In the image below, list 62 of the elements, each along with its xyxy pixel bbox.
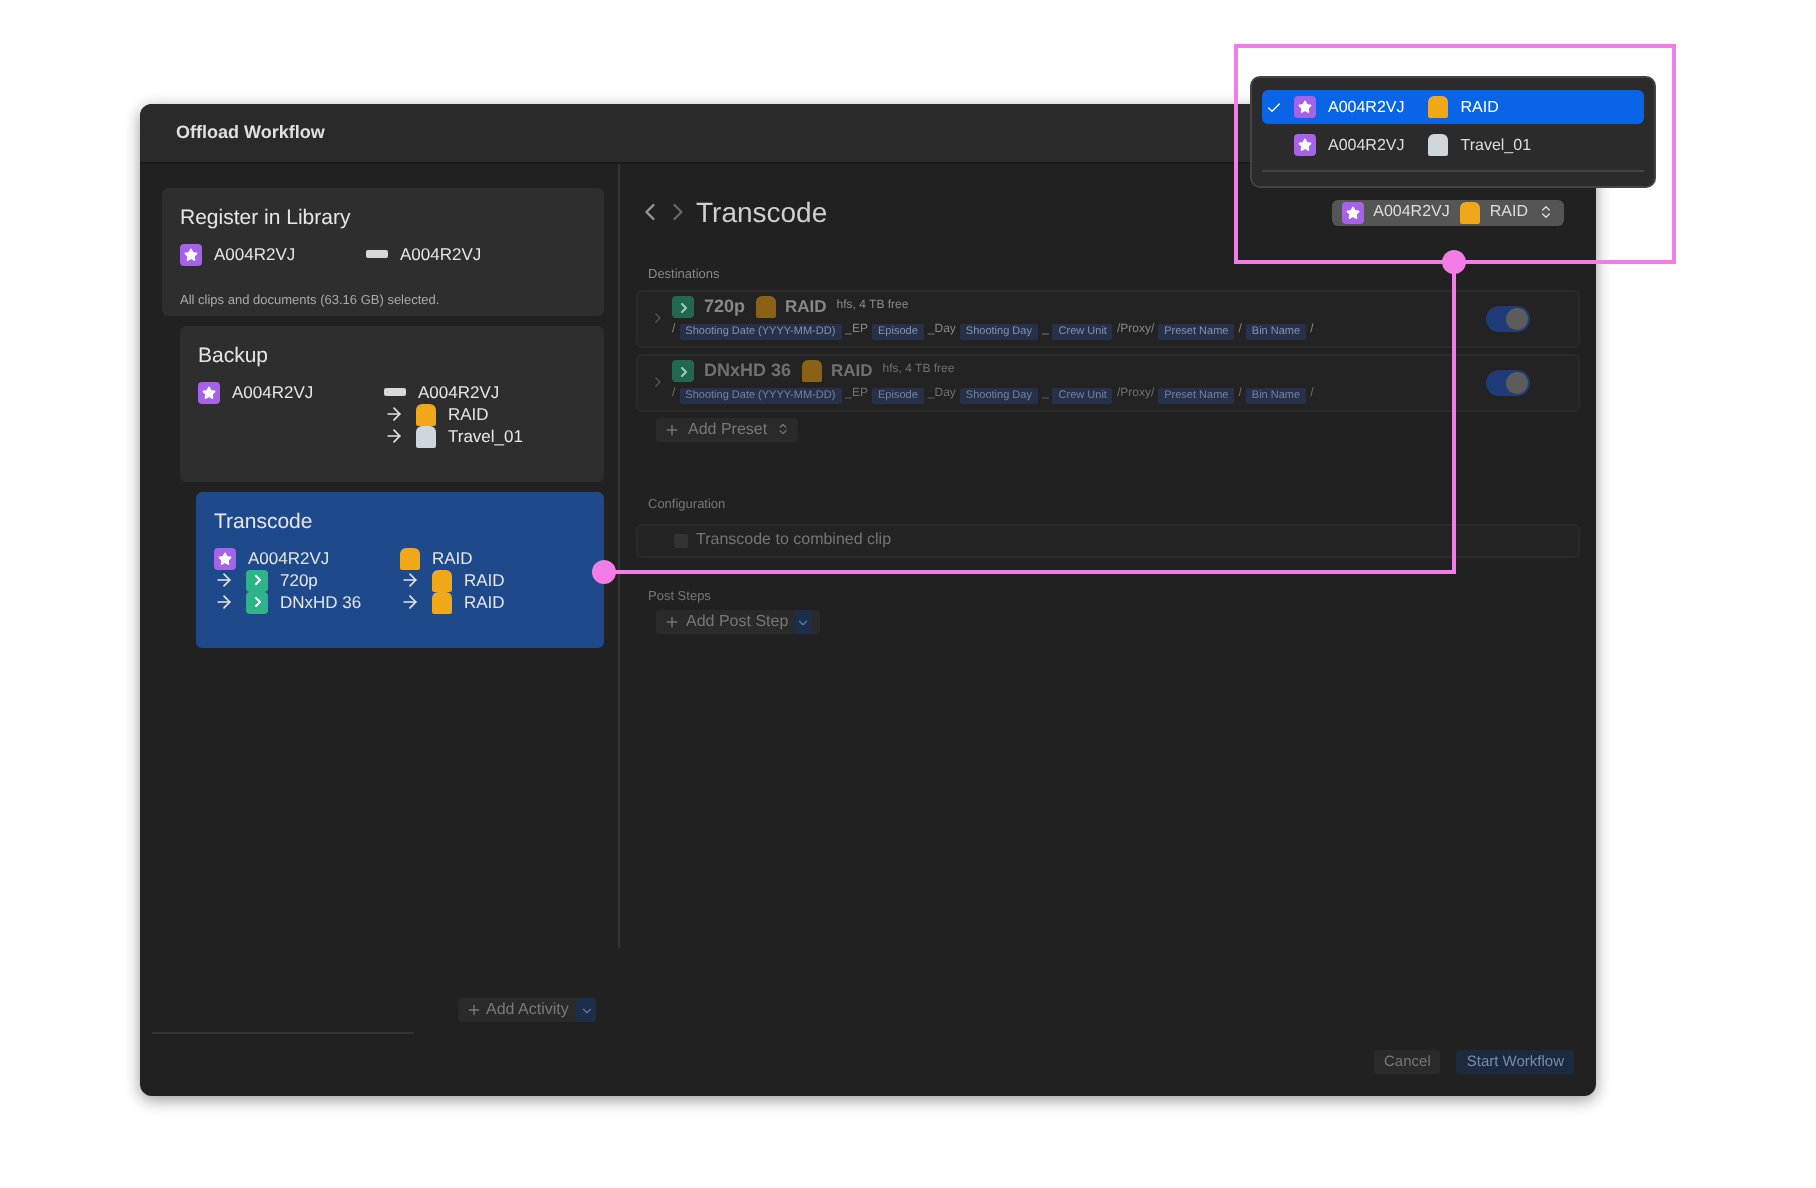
- drive-name: RAID: [831, 358, 873, 385]
- drive-icon: [1459, 201, 1480, 223]
- toggle-switch[interactable]: [1486, 305, 1530, 332]
- card-reader-icon: [366, 250, 388, 259]
- item-label: RAID: [464, 567, 505, 594]
- window-title: Offload Workflow: [176, 119, 325, 146]
- chevron-down-icon: [794, 610, 813, 635]
- plus-icon: [466, 1002, 482, 1018]
- drive-icon: [416, 403, 436, 426]
- memory-card-icon: [1294, 96, 1316, 118]
- drive-icon: [400, 547, 420, 570]
- chevron-down-icon: [576, 998, 597, 1022]
- preset-icon: [672, 296, 694, 319]
- plus-icon: [664, 614, 680, 631]
- activity-title: Register in Library: [180, 204, 353, 234]
- drive-name: RAID: [785, 294, 827, 321]
- item-label: Travel_01: [448, 423, 523, 450]
- card-reader-icon: [384, 388, 406, 397]
- plus-icon: [664, 421, 680, 438]
- stepper-icon: [1538, 204, 1554, 220]
- activity-title: Transcode: [214, 508, 315, 538]
- drive-icon: [432, 569, 452, 592]
- stepper-icon: [775, 422, 790, 437]
- item-label: A004R2VJ: [418, 379, 500, 406]
- drive-icon: [1428, 134, 1449, 156]
- item-label: 720p: [280, 567, 318, 594]
- activity-card[interactable]: Transcode A004R2VJ 720p DNxHD 36 RAID RAID RAID: [196, 492, 604, 648]
- memory-card-icon: [214, 547, 236, 570]
- drive-icon: [755, 296, 776, 319]
- item-label: DNxHD 36: [280, 590, 362, 616]
- memory-card-icon: [1341, 201, 1364, 223]
- item-label: RAID: [448, 401, 489, 428]
- detail-title: Transcode: [696, 193, 828, 231]
- drive-icon: [1428, 96, 1449, 118]
- memory-card-icon: [198, 381, 220, 404]
- drive-icon: [432, 591, 452, 614]
- preset-icon: [246, 569, 268, 592]
- item-label: A004R2VJ: [400, 241, 482, 268]
- item-label: RAID: [464, 589, 505, 616]
- activity-title: Backup: [198, 342, 271, 372]
- add-activity-button[interactable]: Add Activity: [458, 998, 597, 1022]
- preset-name: DNxHD 36: [704, 358, 792, 384]
- source-picker[interactable]: A004R2VJ RAID: [1331, 199, 1564, 225]
- item-label: A004R2VJ: [214, 241, 296, 268]
- checkbox-label: Transcode to combined clip: [696, 528, 892, 552]
- menu-item[interactable]: A004R2VJ RAID: [1262, 90, 1644, 124]
- drive-icon: [416, 425, 436, 448]
- memory-card-icon: [180, 243, 202, 266]
- checkmark-icon: [1266, 99, 1282, 115]
- preset-icon: [672, 360, 694, 383]
- disclosure-icon[interactable]: [650, 310, 666, 327]
- add-preset-button[interactable]: Add Preset: [656, 417, 798, 442]
- item-label: RAID: [432, 545, 473, 572]
- item-label: A004R2VJ: [248, 545, 330, 572]
- memory-card-icon: [1294, 134, 1316, 156]
- preset-name: 720p: [704, 294, 746, 320]
- menu-item[interactable]: A004R2VJ Travel_01: [1262, 128, 1644, 162]
- item-label: A004R2VJ: [232, 379, 314, 406]
- add-post-step-button[interactable]: Add Post Step: [656, 610, 820, 635]
- preset-icon: [246, 591, 268, 614]
- activity-card[interactable]: Backup A004R2VJ A004R2VJ RAID Travel_01: [180, 326, 604, 482]
- drive-icon: [801, 360, 822, 383]
